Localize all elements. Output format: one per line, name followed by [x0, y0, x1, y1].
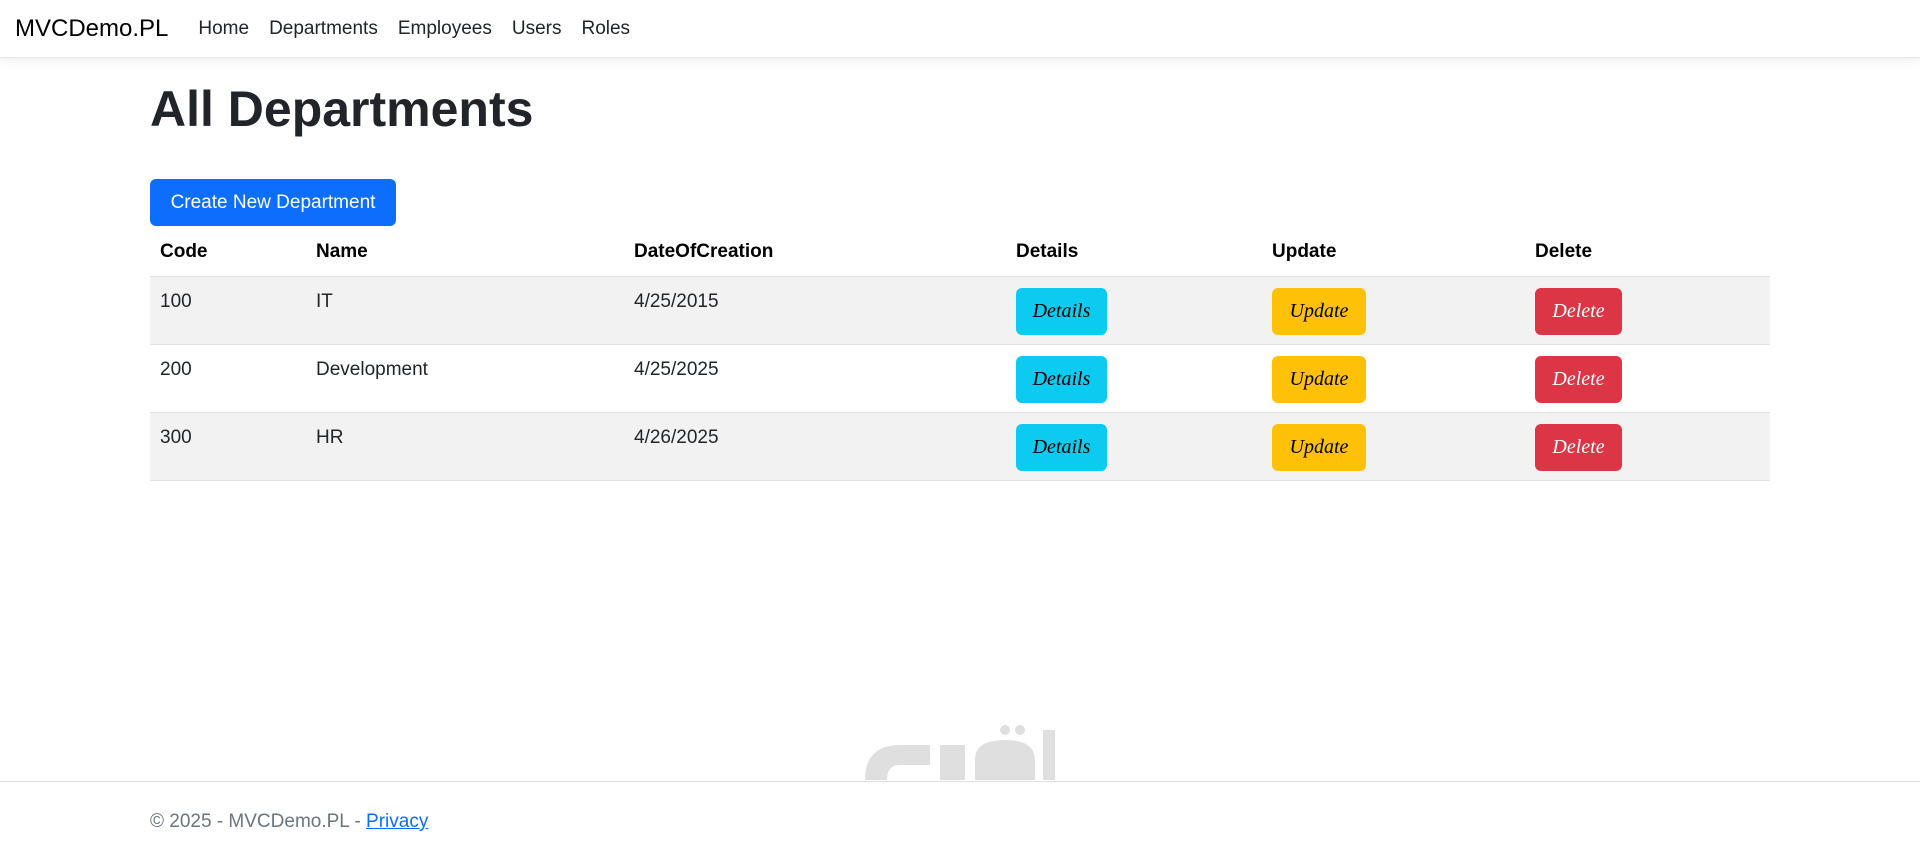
nav-link-users[interactable]: Users	[512, 18, 562, 40]
header-delete: Delete	[1525, 228, 1770, 277]
cell-date: 4/25/2015	[624, 276, 1006, 345]
details-button[interactable]: Details	[1016, 423, 1107, 471]
footer-copyright: © 2025 - MVCDemo.PL -	[150, 811, 367, 832]
cell-details: Details	[1006, 344, 1262, 413]
top-navbar: MVCDemo.PL Home Departments Employees Us…	[0, 0, 1920, 58]
cell-details: Details	[1006, 276, 1262, 345]
create-department-button[interactable]: Create New Department	[150, 179, 396, 226]
cell-delete: Delete	[1525, 344, 1770, 413]
header-details: Details	[1006, 228, 1262, 277]
cell-code: 100	[150, 276, 306, 345]
privacy-link[interactable]: Privacy	[366, 811, 428, 832]
update-button[interactable]: Update	[1272, 423, 1366, 471]
delete-button[interactable]: Delete	[1535, 287, 1622, 335]
page-title: All Departments	[150, 81, 534, 137]
departments-table: Code Name DateOfCreation Details Update …	[150, 228, 1770, 481]
navbar-brand[interactable]: MVCDemo.PL	[15, 15, 168, 43]
table-header-row: Code Name DateOfCreation Details Update …	[150, 228, 1770, 277]
header-name: Name	[306, 228, 624, 277]
header-code: Code	[150, 228, 306, 277]
table-row: 200 Development 4/25/2025 Details Update…	[150, 344, 1770, 413]
cell-code: 300	[150, 412, 306, 481]
details-button[interactable]: Details	[1016, 287, 1107, 335]
update-button[interactable]: Update	[1272, 287, 1366, 335]
header-update: Update	[1262, 228, 1525, 277]
delete-button[interactable]: Delete	[1535, 355, 1622, 403]
cell-delete: Delete	[1525, 276, 1770, 345]
nav-link-departments[interactable]: Departments	[269, 18, 378, 40]
nav-link-employees[interactable]: Employees	[398, 18, 492, 40]
cell-name: HR	[306, 412, 624, 481]
update-button[interactable]: Update	[1272, 355, 1366, 403]
nav-link-home[interactable]: Home	[198, 18, 249, 40]
table-row: 300 HR 4/26/2025 Details Update Delete	[150, 412, 1770, 481]
footer-text: © 2025 - MVCDemo.PL - Privacy	[150, 811, 428, 833]
delete-button[interactable]: Delete	[1535, 423, 1622, 471]
cell-date: 4/26/2025	[624, 412, 1006, 481]
cell-name: IT	[306, 276, 624, 345]
cell-code: 200	[150, 344, 306, 413]
header-date-of-creation: DateOfCreation	[624, 228, 1006, 277]
cell-update: Update	[1262, 276, 1525, 345]
cell-delete: Delete	[1525, 412, 1770, 481]
cell-name: Development	[306, 344, 624, 413]
cell-details: Details	[1006, 412, 1262, 481]
table-row: 100 IT 4/25/2015 Details Update Delete	[150, 276, 1770, 345]
details-button[interactable]: Details	[1016, 355, 1107, 403]
footer: © 2025 - MVCDemo.PL - Privacy	[0, 781, 1920, 842]
cell-date: 4/25/2025	[624, 344, 1006, 413]
cell-update: Update	[1262, 344, 1525, 413]
nav-link-roles[interactable]: Roles	[581, 18, 630, 40]
nav-links: Home Departments Employees Users Roles	[198, 18, 650, 40]
cell-update: Update	[1262, 412, 1525, 481]
